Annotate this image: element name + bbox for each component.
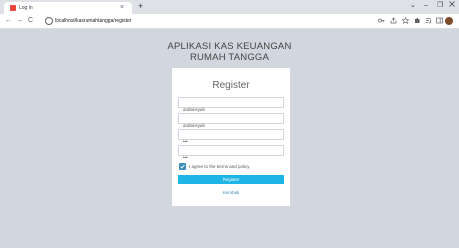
maximize-icon[interactable]: ❐	[437, 1, 443, 10]
new-tab-icon[interactable]: +	[138, 2, 143, 11]
checkmark-icon	[180, 164, 185, 169]
bookmark-star-icon[interactable]	[401, 16, 410, 27]
app-title-line-1: APLIKASI KAS KEUANGAN	[167, 41, 292, 52]
app-title: APLIKASI KAS KEUANGAN RUMAH TANGGA	[0, 41, 459, 63]
browser-tab[interactable]: Log in ×	[4, 2, 132, 14]
register-heading: Register	[212, 80, 250, 91]
app-title-line-2: RUMAH TANGGA	[189, 52, 270, 63]
side-panel-icon[interactable]	[436, 17, 443, 27]
tab-close-icon[interactable]: ×	[120, 3, 124, 12]
register-card: Register I agree to the terms and policy…	[172, 68, 290, 206]
extensions-icon[interactable]	[414, 17, 421, 27]
share-icon[interactable]	[390, 17, 397, 27]
full-name-field[interactable]	[178, 97, 284, 114]
reload-icon[interactable]: C	[28, 16, 33, 25]
browser-toolbar: ← → C localhost/kasrumahtangga/register	[0, 14, 459, 29]
password-field[interactable]	[178, 129, 284, 146]
tab-search-icon[interactable]: ⌄	[410, 1, 416, 10]
agree-terms-checkbox[interactable]	[179, 163, 186, 170]
key-icon[interactable]	[378, 17, 385, 27]
forward-arrow-icon[interactable]: →	[16, 16, 23, 25]
retype-password-input[interactable]	[179, 153, 283, 162]
tab-title: Log in	[19, 5, 33, 11]
site-info-icon[interactable]	[45, 17, 53, 25]
username-field[interactable]	[178, 113, 284, 130]
agree-terms-row: I agree to the terms and policy	[179, 163, 285, 170]
favicon-icon	[10, 5, 16, 11]
agree-terms-label: I agree to the terms and policy	[189, 164, 250, 169]
media-icon[interactable]	[425, 17, 432, 27]
url-text: localhost/kasrumahtangga/register	[55, 18, 132, 24]
register-button[interactable]: Register	[178, 175, 284, 184]
retype-password-field[interactable]	[178, 145, 284, 162]
back-arrow-icon[interactable]: ←	[5, 16, 12, 25]
back-link[interactable]: Kembali	[172, 190, 290, 195]
profile-avatar[interactable]	[445, 17, 453, 25]
address-bar[interactable]: localhost/kasrumahtangga/register	[42, 16, 342, 26]
close-window-icon[interactable]	[449, 1, 455, 10]
browser-tab-strip: Log in × + ⌄ – ❐	[0, 0, 459, 14]
minimize-icon[interactable]: –	[424, 1, 428, 10]
